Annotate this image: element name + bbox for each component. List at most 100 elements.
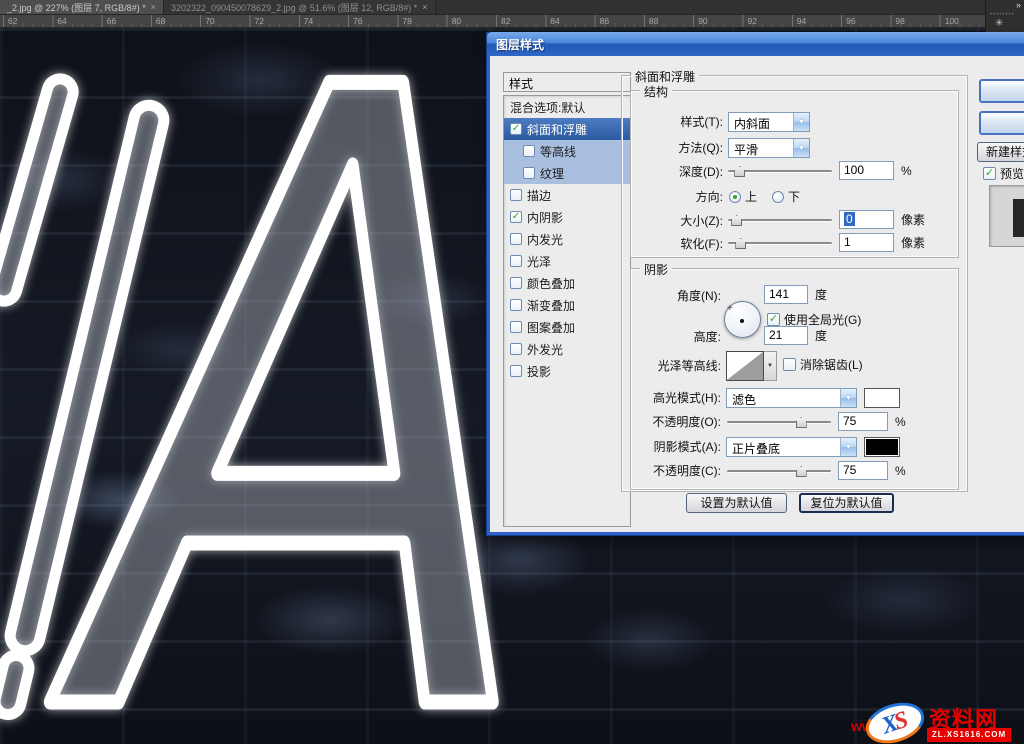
slider-thumb[interactable] (731, 215, 742, 226)
style-item-label: 投影 (527, 363, 551, 380)
slider-thumb[interactable] (796, 466, 807, 477)
style-list-item[interactable]: 光泽 (504, 250, 630, 272)
technique-label: 方法(Q): (633, 138, 723, 158)
angle-dial[interactable]: + (724, 301, 761, 338)
shadow-mode-select[interactable]: 正片叠底 ▼ (726, 437, 857, 457)
shading-group: 阴影 角度(N): 141 度 + ✓ 使用全局光(G) 高度: 21 度 光泽… (630, 268, 959, 490)
contour-dropdown-arrow-icon[interactable]: ▼ (764, 351, 777, 381)
highlight-mode-select[interactable]: 滤色 ▼ (726, 388, 857, 408)
style-list-item[interactable]: 等高线 (504, 140, 630, 162)
document-tab[interactable]: 3202322_090450078629_2.jpg @ 51.6% (图层 1… (164, 0, 436, 14)
document-tab-active[interactable]: _2.jpg @ 227% (图层 7, RGB/8#) * × (0, 0, 164, 14)
new-style-button[interactable]: 新建样式 (977, 142, 1024, 162)
highlight-opacity-input[interactable]: 75 (838, 412, 888, 431)
angle-input[interactable]: 141 (764, 285, 808, 304)
shadow-color-swatch[interactable] (864, 437, 900, 457)
slider-thumb[interactable] (735, 238, 746, 249)
style-item-label: 内阴影 (527, 209, 563, 226)
style-item-label: 纹理 (540, 165, 564, 182)
depth-unit: % (901, 161, 912, 181)
chevron-down-icon[interactable]: ▼ (793, 139, 809, 157)
direction-down-radio[interactable] (772, 191, 784, 203)
ruler-label: 76 (353, 16, 362, 26)
expand-panels-icon[interactable]: » (1016, 0, 1021, 10)
dialog-titlebar[interactable]: 图层样式 (487, 32, 1024, 56)
style-list-item[interactable]: 描边 (504, 184, 630, 206)
checked-checkbox[interactable]: ✓ (510, 123, 522, 135)
styles-panel-header: 样式 (503, 72, 631, 92)
close-icon[interactable]: × (422, 2, 427, 12)
unchecked-checkbox[interactable] (510, 255, 522, 267)
ruler[interactable]: 6264666870727476788082848688909294969810… (0, 15, 1024, 28)
chevron-down-icon[interactable]: ▼ (840, 438, 856, 456)
ruler-label: 72 (255, 16, 264, 26)
ruler-label: 70 (205, 16, 214, 26)
crosshair-cursor-icon: + (727, 303, 733, 314)
style-list-item[interactable]: ✓ 内阴影 (504, 206, 630, 228)
select-value: 正片叠底 (727, 438, 840, 456)
ruler-label: 64 (57, 16, 66, 26)
slider-track (727, 421, 831, 424)
soften-slider[interactable] (728, 236, 832, 251)
angle-label: 角度(N): (633, 286, 721, 306)
checked-checkbox[interactable]: ✓ (510, 211, 522, 223)
cancel-button[interactable] (979, 111, 1024, 135)
size-slider[interactable] (728, 213, 832, 228)
altitude-input[interactable]: 21 (764, 326, 808, 345)
style-list-item[interactable]: 图案叠加 (504, 316, 630, 338)
gloss-contour-swatch[interactable] (726, 351, 764, 381)
unchecked-checkbox[interactable] (510, 277, 522, 289)
ruler-label: 100 (945, 16, 959, 26)
reset-default-button[interactable]: 复位为默认值 (799, 493, 894, 513)
unchecked-checkbox[interactable] (523, 167, 535, 179)
slider-thumb[interactable] (734, 166, 745, 177)
style-item-label: 颜色叠加 (527, 275, 575, 292)
soften-input[interactable]: 1 (839, 233, 894, 252)
soften-label: 软化(F): (633, 234, 723, 254)
unchecked-checkbox[interactable] (510, 365, 522, 377)
technique-select[interactable]: 平滑 ▼ (728, 138, 810, 158)
highlight-opacity-slider[interactable] (727, 415, 831, 430)
chevron-down-icon[interactable]: ▼ (840, 389, 856, 407)
photoshop-window: A _2.jpg @ 227% (图层 7, RGB/8#) * × 32023… (0, 0, 1024, 744)
reference-point-icon[interactable]: ✳ (995, 18, 1003, 29)
unchecked-checkbox[interactable] (510, 343, 522, 355)
style-list-item[interactable]: ✓斜面和浮雕 (504, 118, 630, 140)
style-list-item[interactable]: 内发光 (504, 228, 630, 250)
unchecked-checkbox[interactable] (510, 299, 522, 311)
ok-button[interactable] (979, 79, 1024, 103)
style-list-item[interactable]: 外发光 (504, 338, 630, 360)
tab-label: 3202322_090450078629_2.jpg @ 51.6% (图层 1… (171, 1, 417, 14)
layer-style-dialog: 图层样式 样式 混合选项:默认✓斜面和浮雕等高线纹理描边 ✓ 内阴影内发光光泽颜色叠… (487, 33, 1024, 535)
angle-dial-dot (740, 319, 744, 323)
selected-text: 0 (844, 212, 855, 226)
unchecked-checkbox[interactable] (523, 145, 535, 157)
make-default-button[interactable]: 设置为默认值 (686, 493, 787, 513)
unchecked-checkbox[interactable] (510, 321, 522, 333)
depth-input[interactable]: 100 (839, 161, 894, 180)
style-list-item[interactable]: 颜色叠加 (504, 272, 630, 294)
chevron-down-icon[interactable]: ▼ (793, 113, 809, 131)
unchecked-checkbox[interactable] (510, 233, 522, 245)
highlight-color-swatch[interactable] (864, 388, 900, 408)
bevel-style-select[interactable]: 内斜面 ▼ (728, 112, 810, 132)
slider-thumb[interactable] (796, 417, 807, 428)
anti-alias-checkbox[interactable] (783, 358, 796, 371)
dialog-title: 图层样式 (496, 38, 544, 52)
unchecked-checkbox[interactable] (510, 189, 522, 201)
depth-slider[interactable] (728, 164, 832, 179)
style-list-item[interactable]: 混合选项:默认 (504, 96, 630, 118)
style-label: 样式(T): (633, 112, 723, 132)
ruler-label: 66 (107, 16, 116, 26)
style-list-item[interactable]: 投影 (504, 360, 630, 382)
shadow-opacity-slider[interactable] (727, 464, 831, 479)
close-icon[interactable]: × (151, 2, 156, 12)
direction-up-radio[interactable] (729, 191, 741, 203)
shadow-opacity-input[interactable]: 75 (838, 461, 888, 480)
style-list-item[interactable]: 纹理 (504, 162, 630, 184)
style-item-label: 光泽 (527, 253, 551, 270)
size-input[interactable]: 0 (839, 210, 894, 229)
use-global-light-checkbox[interactable]: ✓ (767, 313, 780, 326)
preview-checkbox[interactable]: ✓ (983, 167, 996, 180)
style-list-item[interactable]: 渐变叠加 (504, 294, 630, 316)
